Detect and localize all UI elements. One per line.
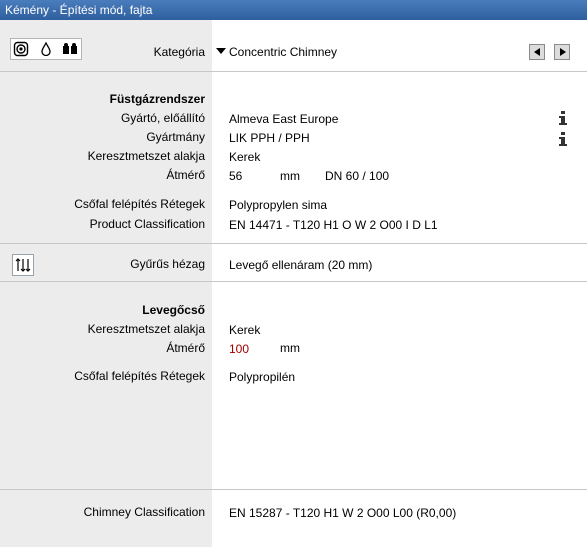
gap-icon[interactable] [12,254,34,276]
divider [0,71,587,72]
manufacturer-value: Almeva East Europe [229,112,339,126]
annular-gap-label: Gyűrűs hézag [130,257,205,271]
air-shape-label: Keresztmetszet alakja [87,322,205,336]
air-section-header: Levegőcső [142,303,205,317]
flue-dn-value: DN 60 / 100 [325,169,390,183]
flue-diameter-value: 56 [229,169,243,183]
air-diameter-unit: mm [280,341,300,355]
category-dropdown[interactable]: Concentric Chimney [212,44,518,61]
flue-shape-label: Keresztmetszet alakja [87,149,205,163]
brand-value: LIK PPH / PPH [229,131,310,145]
product-classification-label: Product Classification [89,217,205,231]
manufacturer-label: Gyártó, előállító [120,111,205,125]
air-diameter-label: Átmérő [166,341,205,355]
category-label: Kategória [153,45,205,59]
arrow-right-icon [560,48,566,56]
chimney-classification-label: Chimney Classification [83,505,205,519]
air-layers-label: Csőfal felépítés Rétegek [74,369,205,383]
main-panel: Kategória Concentric Chimney Füstgázrend… [0,20,587,547]
divider [0,281,587,282]
divider [0,489,587,490]
flue-diameter-unit: mm [280,169,300,183]
annular-gap-value: Levegő ellenáram (20 mm) [229,258,373,272]
people-icon[interactable] [60,39,80,59]
info-icon[interactable] [557,132,569,146]
air-diameter-value[interactable]: 100 [229,342,249,356]
arrow-left-icon [534,48,540,56]
next-button[interactable] [554,44,570,60]
flue-layers-label: Csőfal felépítés Rétegek [74,197,205,211]
window-title: Kémény - Építési mód, fajta [0,0,587,20]
chimney-icon[interactable] [11,39,31,59]
flue-diameter-label: Átmérő [166,168,205,182]
info-icon[interactable] [557,111,569,125]
chimney-classification-value: EN 15287 - T120 H1 W 2 O00 L00 (R0,00) [229,506,457,520]
air-shape-value: Kerek [229,323,261,337]
drop-icon[interactable] [36,39,56,59]
product-classification-value: EN 14471 - T120 H1 O W 2 O00 I D L1 [229,218,438,232]
flue-layers-value: Polypropylen sima [229,198,328,212]
air-layers-value: Polypropilén [229,370,296,384]
prev-button[interactable] [529,44,545,60]
divider [0,243,587,244]
flue-shape-value: Kerek [229,150,261,164]
flue-section-header: Füstgázrendszer [109,92,205,106]
category-value: Concentric Chimney [229,45,338,59]
chevron-down-icon[interactable] [216,48,226,54]
brand-label: Gyártmány [146,130,205,144]
